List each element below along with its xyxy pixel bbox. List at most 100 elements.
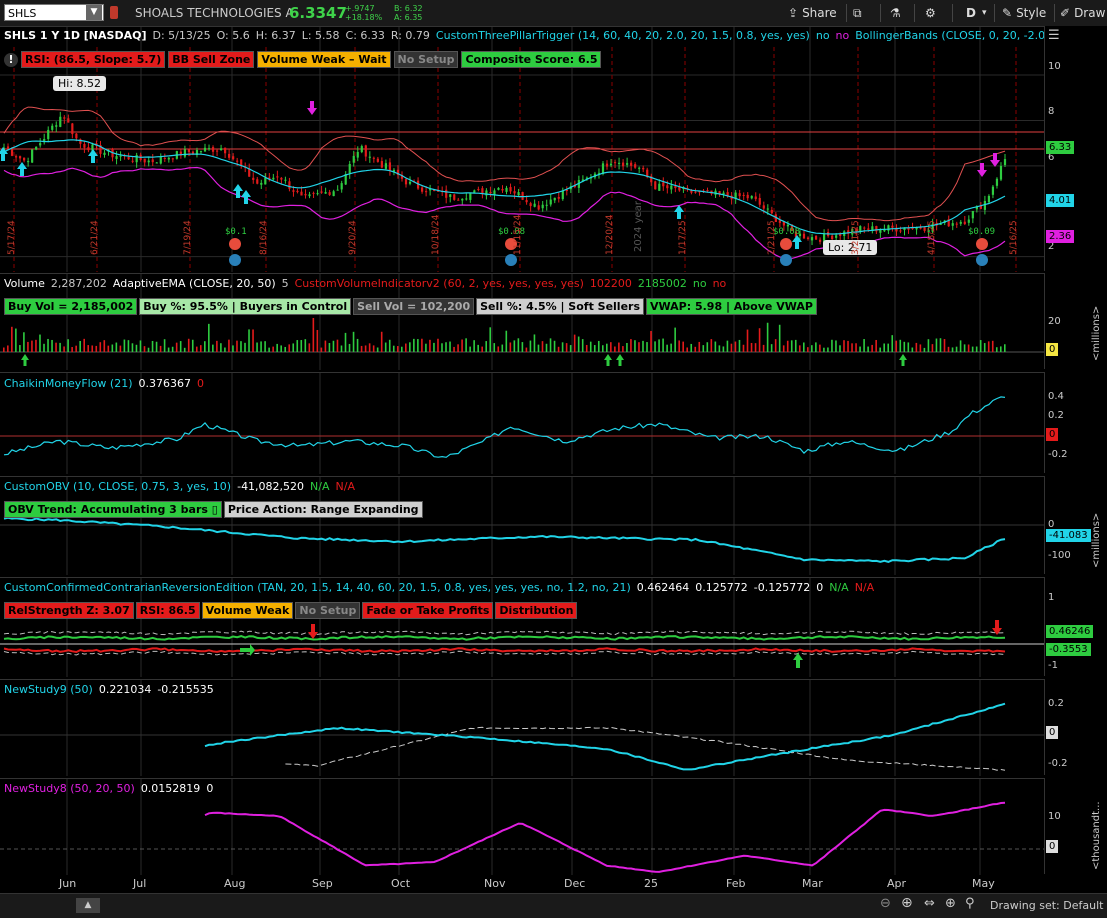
candle-body [23,157,26,161]
volume-arrow-icon [21,354,29,366]
volume-bar [823,347,825,352]
volume-bar [895,340,898,352]
volume-bar [770,344,773,352]
volume-bar [216,340,218,352]
volume-bar [670,343,672,352]
ohlc-close: C: 6.33 [345,29,385,42]
candle-body [513,191,516,194]
volume-bar [489,327,492,352]
volume-bar [433,342,435,352]
study-adaptive-ema[interactable]: AdaptiveEMA (CLOSE, 20, 50) [113,277,276,290]
obv-line [3,516,1006,563]
expand-up-icon[interactable]: ▲ [76,898,100,913]
contrarian-panel[interactable]: CustomConfirmedContrarianReversionEditio… [0,577,1044,677]
snapshot-button[interactable]: ⧉ [853,4,862,22]
newstudy9-panel[interactable]: NewStudy9 (50) 0.221034 -0.215535 [0,679,1044,776]
cmf-panel[interactable]: ChaikinMoneyFlow (21) 0.376367 0 [0,372,1044,474]
volume-bar [143,346,146,352]
obv-axis[interactable]: 0 -100 -41.083 <millions> [1044,476,1107,574]
candle-body [356,151,359,158]
volume-bar [863,339,865,352]
study-newstudy9[interactable]: NewStudy9 (50) [4,683,93,696]
volume-bar [798,345,801,352]
crosshair-icon[interactable]: ⊕ [945,896,956,911]
volume-bar [493,343,496,352]
date-marker: 10/18/24 [431,214,441,255]
volume-bar [320,347,323,352]
volume-bar [738,339,741,352]
link-color-icon[interactable] [110,6,118,19]
cmf-axis[interactable]: 0.4 0.2 -0.2 0 [1044,372,1107,473]
newstudy9-axis[interactable]: 0.2 -0.2 0 [1044,679,1107,775]
y-tick: 10 [1048,61,1061,72]
candle-body [292,190,295,192]
study-newstudy8[interactable]: NewStudy8 (50, 20, 50) [4,782,135,795]
rsi-label: RSI: 86.5 [135,602,200,619]
studies-button[interactable]: ⚗ [890,4,901,22]
volume-arrow-icon [616,354,624,366]
candle-body [51,125,54,130]
style-icon: ✎ [1002,6,1013,20]
volume-bar [827,347,829,352]
study-custom-obv[interactable]: CustomOBV (10, CLOSE, 0.75, 3, yes, 10) [4,480,231,493]
candle-body [324,192,327,194]
volume-bar [835,340,837,352]
zoom-out-icon[interactable]: ⊖ [880,896,891,911]
candle-body [453,194,456,200]
hamburger-menu-icon[interactable]: ☰ [1048,28,1060,43]
candle-body [609,163,613,166]
pan-icon[interactable]: ⇔ [924,896,935,911]
volume-bar [622,346,624,352]
upper-band [3,630,1006,636]
candle-body [280,177,283,180]
volume-panel[interactable]: Volume 2,287,202 AdaptiveEMA (CLOSE, 20,… [0,273,1044,370]
candle-body [284,179,287,181]
settings-button[interactable]: ⚙ [925,4,936,22]
study-line [204,702,1006,771]
volume-bar [975,346,978,352]
chevron-down-icon[interactable]: ▾ [982,4,987,22]
obv-trend-label: OBV Trend: Accumulating 3 bars ▯ [4,501,222,518]
drawing-set-label[interactable]: Drawing set: Default [990,899,1103,912]
zoom-in-icon[interactable]: ⊕ [901,895,913,911]
style-button[interactable]: ✎ Style [1002,4,1046,22]
candle-body [565,190,568,192]
alert-icon[interactable]: ! [4,52,18,67]
price-axis[interactable]: 10 8 6 4 2 6.33 4.01 2.36 [1044,26,1107,271]
study-contrarian[interactable]: CustomConfirmedContrarianReversionEditio… [4,581,631,594]
study-cmf[interactable]: ChaikinMoneyFlow (21) [4,377,133,390]
volume-bar [388,339,391,352]
volume-bar [437,338,439,352]
ns8-unit: <thousandt... [1091,801,1102,870]
draw-button[interactable]: ✐ Draw [1060,4,1105,22]
volume-bar [883,343,885,352]
study-three-pillar[interactable]: CustomThreePillarTrigger (14, 60, 40, 20… [436,29,810,42]
candle-body [103,152,106,155]
volume-bar [642,340,644,352]
share-button[interactable]: ⇪ Share [788,4,837,22]
newstudy8-axis[interactable]: 10 0 <thousandt... [1044,778,1107,874]
pin-icon[interactable]: ⚲ [965,896,975,911]
volume-bar [123,339,126,352]
period-button[interactable]: D [966,4,976,22]
obv-panel[interactable]: CustomOBV (10, CLOSE, 0.75, 3, yes, 10) … [0,476,1044,575]
candle-body [199,151,203,153]
symbol-dropdown-icon[interactable]: ▼ [86,5,102,20]
volume-bar [569,345,572,352]
newstudy8-panel[interactable]: NewStudy8 (50, 20, 50) 0.0152819 0 [0,778,1044,875]
volume-bar [750,342,753,352]
y-tick: 0.2 [1048,410,1064,421]
cmf-line [3,396,1006,458]
study-value-no2: no [835,29,850,42]
price-panel[interactable]: SHLS 1 Y 1D [NASDAQ] D: 5/13/25 O: 5.6 H… [0,26,1084,272]
volume-axis[interactable]: 20 0 <millions> [1044,273,1107,369]
candle-body [541,204,544,209]
candle-body [352,155,355,163]
volume-bar [425,343,427,352]
draw-icon: ✐ [1060,6,1071,20]
buy-vol-value: 2185002 [637,277,687,290]
contrarian-axis[interactable]: 1 -1 0.46246 -0.3553 [1044,577,1107,676]
chart-title: SHLS 1 Y 1D [NASDAQ] [4,29,147,42]
volume-bar [606,343,608,352]
study-custom-volume[interactable]: CustomVolumeIndicatorv2 (60, 2, yes, yes… [295,277,584,290]
